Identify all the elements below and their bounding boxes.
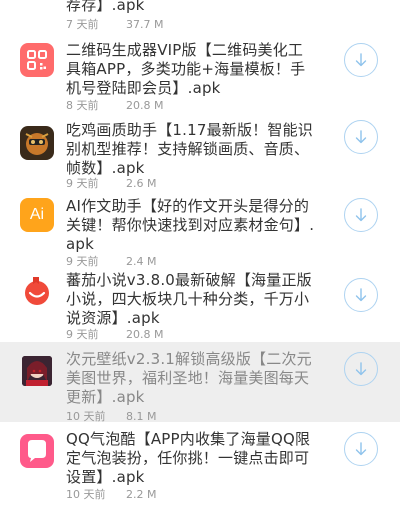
item-title: QQ气泡酷【APP内收集了海量QQ限定气泡装扮，任你挑！一键点击即可设置】.ap… <box>66 430 311 486</box>
download-icon <box>355 442 367 456</box>
game-character-icon <box>20 126 54 160</box>
download-button[interactable] <box>344 278 378 312</box>
list-item[interactable]: Ai AI作文助手【好的作文开头是得分的关键！帮你快速找到对应素材金句】.apk… <box>0 196 400 270</box>
list-item[interactable]: 吃鸡画质助手【1.17最新版！智能识别机型推荐！支持解锁画质、音质、帧数】.ap… <box>0 116 400 196</box>
item-size: 2.4 M <box>126 255 157 268</box>
item-title: 次元壁纸v2.3.1解锁高级版【二次元美图世界，福利圣地！海量美图每天更新】.a… <box>66 350 312 406</box>
list-item[interactable]: 蕃茄小说v3.8.0最新破解【海量正版小说，四大板块几十种分类，千万小说资源】.… <box>0 270 400 342</box>
list-item[interactable]: 荐存】.apk 7 天前 37.7 M <box>0 0 400 33</box>
download-button[interactable] <box>344 352 378 386</box>
item-size: 37.7 M <box>126 18 164 31</box>
item-meta: 9 天前 20.8 M <box>66 326 163 342</box>
download-icon <box>355 362 367 376</box>
download-icon <box>355 208 367 222</box>
item-title: 蕃茄小说v3.8.0最新破解【海量正版小说，四大板块几十种分类，千万小说资源】.… <box>66 271 312 327</box>
qr-code-icon <box>20 43 54 77</box>
chat-bubble-icon <box>20 434 54 468</box>
item-time: 10 天前 <box>66 488 106 501</box>
item-meta: 9 天前 2.6 M <box>66 175 156 191</box>
ai-icon-text: Ai <box>29 206 45 223</box>
item-title: 吃鸡画质助手【1.17最新版！智能识别机型推荐！支持解锁画质、音质、帧数】.ap… <box>66 121 313 177</box>
item-time: 8 天前 <box>66 99 99 112</box>
download-button[interactable] <box>344 43 378 77</box>
item-size: 20.8 M <box>126 99 164 112</box>
list-item[interactable]: 次元壁纸v2.3.1解锁高级版【二次元美图世界，福利圣地！海量美图每天更新】.a… <box>0 342 400 423</box>
download-button[interactable] <box>344 432 378 466</box>
tomato-icon <box>20 273 54 307</box>
item-time: 9 天前 <box>66 177 99 190</box>
item-meta: 8 天前 20.8 M <box>66 97 163 113</box>
download-button[interactable] <box>344 120 378 154</box>
list-item[interactable]: 二维码生成器VIP版【二维码美化工具箱APP，多类功能+海量模板！手机号登陆即会… <box>0 33 400 116</box>
anime-girl-icon <box>22 356 52 386</box>
item-meta: 7 天前 37.7 M <box>66 16 163 32</box>
item-size: 2.2 M <box>126 488 157 501</box>
download-icon <box>355 130 367 144</box>
item-time: 9 天前 <box>66 255 99 268</box>
item-time: 7 天前 <box>66 18 99 31</box>
item-title: AI作文助手【好的作文开头是得分的关键！帮你快速找到对应素材金句】.apk <box>66 197 315 253</box>
item-title: 二维码生成器VIP版【二维码美化工具箱APP，多类功能+海量模板！手机号登陆即会… <box>66 41 306 97</box>
item-meta: 9 天前 2.4 M <box>66 253 156 269</box>
ai-icon: Ai <box>20 198 54 232</box>
item-meta: 10 天前 2.2 M <box>66 486 156 502</box>
item-time: 9 天前 <box>66 328 99 341</box>
item-size: 20.8 M <box>126 328 164 341</box>
download-button[interactable] <box>344 198 378 232</box>
item-title: 荐存】.apk <box>66 0 145 14</box>
item-size: 2.6 M <box>126 177 157 190</box>
download-icon <box>355 53 367 67</box>
download-icon <box>355 288 367 302</box>
list-item[interactable]: QQ气泡酷【APP内收集了海量QQ限定气泡装扮，任你挑！一键点击即可设置】.ap… <box>0 422 400 510</box>
